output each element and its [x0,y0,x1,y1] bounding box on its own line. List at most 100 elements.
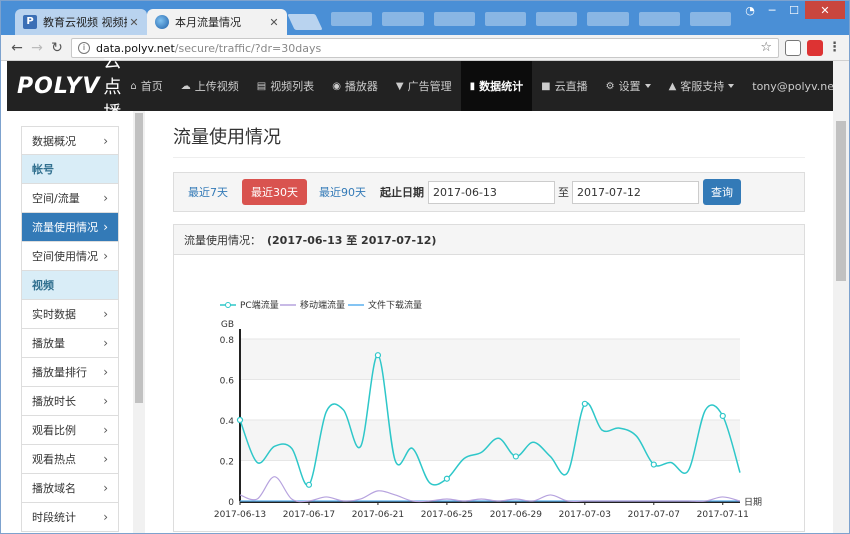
sidebar-item[interactable]: 播放时长 › [21,387,119,416]
sidebar-item-label: 播放量 [32,337,65,350]
chevron-right-icon: › [103,134,108,148]
browser-toolbar: ← → ↻ i data.polyv.net/secure/traffic/?d… [1,35,849,61]
browser-tab-inactive[interactable]: P 教育云视频 视频托管_ ✕ [15,9,147,35]
bar-chart-icon: ▮ [469,80,476,92]
maximize-icon[interactable]: ☐ [783,1,805,19]
sidebar-scroll-thumb[interactable] [135,113,143,403]
pc-data-point [581,400,588,407]
nav-support[interactable]: ▲ 客服支持 [660,61,744,111]
sidebar-scrollbar[interactable] [133,111,145,533]
logo-brand: POLYV [17,73,101,99]
nav-support-label: 客服支持 [680,80,725,93]
sidebar-item-label: 观看热点 [32,453,76,466]
sidebar-item[interactable]: 播放量排行 › [21,358,119,387]
x-tick-label: 2017-06-21 [352,510,404,520]
user-icon[interactable]: ◔ [739,1,761,19]
traffic-panel: 流量使用情况： (2017-06-13 至 2017-07-12) 0 0.2 0.… [173,224,805,532]
x-tick-label: 2017-07-07 [628,510,680,520]
query-button[interactable]: 查询 [703,179,741,205]
date-range-label: 起止日期 [380,186,424,199]
sidebar-item[interactable]: 播放域名 › [21,474,119,503]
reload-icon[interactable]: ↻ [49,40,65,56]
browser-tab-active[interactable]: 本月流量情况 ✕ [147,9,287,35]
nav-video-list[interactable]: ▤ 视频列表 [248,61,323,111]
bookmark-star-icon[interactable]: ☆ [760,40,772,55]
filter-icon: ▼ [395,80,404,92]
x-axis-label: 日期 [744,497,762,508]
close-window-icon[interactable]: ✕ [805,1,845,19]
sidebar-item[interactable]: 数据概况 › [21,126,119,155]
sidebar-item-label: 观看比例 [32,424,76,437]
sidebar-item[interactable]: 空间/流量 › [21,184,119,213]
nav-ads[interactable]: ▼ 广告管理 [387,61,461,111]
address-bar[interactable]: i data.polyv.net/secure/traffic/?dr=30da… [71,38,779,58]
sidebar-item[interactable]: 时段统计 › [21,503,119,532]
play-circle-icon: ◉ [332,80,341,92]
browser-menu-icon[interactable]: ⋮ [828,40,841,55]
y-tick-label: 0.2 [220,458,234,468]
caret-down-icon [644,84,651,88]
last-90-days-link[interactable]: 最近90天 [319,184,366,200]
new-tab-button[interactable] [287,14,323,30]
red-extension-icon[interactable] [807,40,823,56]
sidebar-item[interactable]: 流量使用情况 › [21,213,119,242]
page-scroll-thumb[interactable] [836,121,846,281]
close-tab-icon[interactable]: ✕ [267,16,281,29]
x-tick-label: 2017-06-13 [214,510,266,520]
end-date-input[interactable]: 2017-07-12 [572,180,699,204]
browser-window: P 教育云视频 视频托管_ ✕ 本月流量情况 ✕ ◔ ─ ☐ ✕ ← → ↻ i… [0,0,850,534]
sidebar-item[interactable]: 观看热点 › [21,445,119,474]
chevron-right-icon: › [103,365,108,379]
sidebar-item[interactable]: 观看比例 › [21,416,119,445]
nav-live[interactable]: ■ 云直播 [532,61,596,111]
tab-strip: P 教育云视频 视频托管_ ✕ 本月流量情况 ✕ ◔ ─ ☐ ✕ [1,1,849,35]
page-scrollbar[interactable] [833,61,849,533]
sidebar-item[interactable]: 实时数据 › [21,300,119,329]
tab-title: 本月流量情况 [175,16,241,29]
y-tick-label: 0.8 [220,336,235,346]
info-icon[interactable]: i [78,42,90,54]
sidebar-section-header: 视频 [21,271,119,300]
shield-extension-icon[interactable] [785,40,801,56]
nav-settings[interactable]: ⚙ 设置 [597,61,660,111]
sidebar-item[interactable]: 播放量 › [21,329,119,358]
nav-home[interactable]: ⌂ 首页 [121,61,171,111]
pc-data-point [236,416,244,424]
chevron-right-icon: › [103,481,108,495]
bell-icon: ▲ [668,80,677,92]
caret-down-icon [728,84,735,88]
last-7-days-link[interactable]: 最近7天 [188,184,228,200]
window-controls: ◔ ─ ☐ ✕ [739,1,845,19]
page-body: 数据概况 › 帐号 空间/流量 › 流量使用情况 › 空间使用情况 › 视频 实时数据 › 播放量 › 播放… [7,111,833,533]
sidebar-item[interactable]: 空间使用情况 › [21,242,119,271]
forward-arrow-icon[interactable]: → [29,40,45,56]
nav-statistics[interactable]: ▮ 数据统计 [460,61,533,111]
sidebar-item-label: 时段统计 [32,511,76,524]
sidebar-item-label: 视频 [32,279,54,292]
sidebar-item-label: 空间/流量 [32,192,80,205]
start-date-input[interactable]: 2017-06-13 [428,180,555,204]
chevron-right-icon: › [103,220,108,234]
sidebar-item-label: 流量使用情况 [32,221,98,234]
traffic-line-chart: 0 0.2 0.4 0.6 0.8 GB 日期 2017-06-13 2017-06-17 201… [214,299,762,520]
nav-upload[interactable]: ☁ 上传视频 [172,61,248,111]
sidebar-section-header: 帐号 [21,155,119,184]
url-path: /secure/traffic/?dr=30days [174,41,322,55]
panel-date-range: (2017-06-13 至 2017-07-12) [267,233,437,247]
main-content: 流量使用情况 最近7天 最近30天 最近90天 起止日期 2017-06-13 … [173,111,805,532]
chevron-right-icon: › [103,191,108,205]
chevron-right-icon: › [103,423,108,437]
close-tab-icon[interactable]: ✕ [127,16,141,29]
minimize-icon[interactable]: ─ [761,1,783,19]
nav-player[interactable]: ◉ 播放器 [323,61,387,111]
chevron-right-icon: › [103,510,108,524]
site-navbar: POLYV 云点播 ⌂首页 ☁上传视频 ▤视频列表 ◉播放器 ▼广告管理 ▮数据… [7,51,849,124]
nav-home-label: 首页 [140,80,163,93]
back-arrow-icon[interactable]: ← [9,40,25,56]
polyv-logo[interactable]: POLYV 云点播 [7,51,121,124]
legend-marker [225,302,231,308]
nav-statistics-label: 数据统计 [479,80,524,93]
last-30-days-button[interactable]: 最近30天 [242,179,307,205]
y-axis-label: GB [221,320,234,330]
y-tick-label: 0 [228,498,234,508]
